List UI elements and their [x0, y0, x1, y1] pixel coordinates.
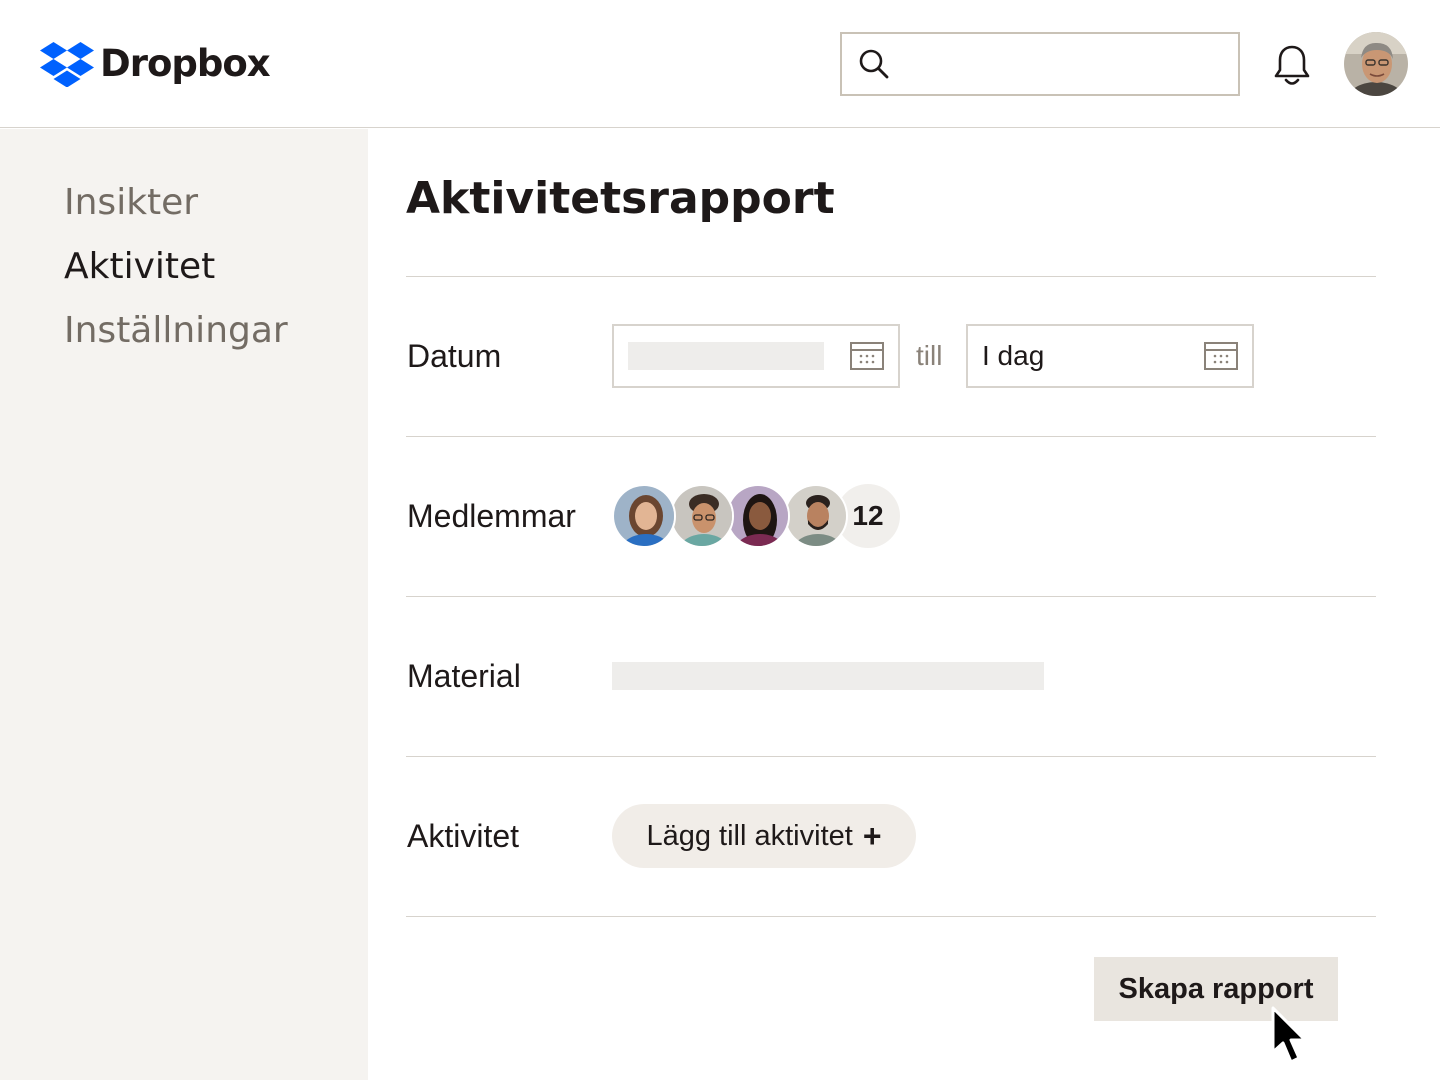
material-field[interactable]	[612, 662, 1044, 690]
member-avatar[interactable]	[612, 484, 676, 548]
user-avatar[interactable]	[1344, 32, 1408, 96]
divider	[406, 916, 1376, 917]
search-input[interactable]	[902, 44, 1222, 84]
end-date-value: I dag	[982, 340, 1045, 371]
divider	[406, 276, 1376, 277]
member-avatar[interactable]	[784, 484, 848, 548]
start-date-placeholder	[628, 342, 824, 370]
plus-icon: +	[862, 818, 882, 854]
member-avatar[interactable]	[670, 484, 734, 548]
sidebar-item-installningar[interactable]: Inställningar	[64, 309, 288, 353]
dropbox-logo[interactable]: Dropbox	[40, 40, 271, 88]
start-date-field[interactable]	[612, 324, 900, 388]
page-title: Aktivitetsrapport	[406, 173, 835, 224]
sidebar: Insikter Aktivitet Inställningar	[0, 129, 368, 1080]
divider	[406, 596, 1376, 597]
calendar-icon[interactable]	[1204, 342, 1238, 370]
brand-name: Dropbox	[100, 42, 271, 85]
calendar-icon[interactable]	[850, 342, 884, 370]
date-range-separator: till	[916, 340, 943, 371]
user-avatar-image	[1344, 32, 1408, 96]
member-avatar[interactable]	[726, 484, 790, 548]
sidebar-item-aktivitet[interactable]: Aktivitet	[64, 245, 215, 289]
material-label: Material	[407, 658, 521, 694]
divider	[406, 436, 1376, 437]
date-label: Datum	[407, 338, 502, 374]
mouse-cursor-icon	[1271, 1006, 1307, 1064]
notification-bell-icon[interactable]	[1270, 42, 1314, 88]
add-activity-button[interactable]: Lägg till aktivitet +	[612, 804, 916, 868]
dropbox-box-icon	[40, 42, 94, 87]
activity-label: Aktivitet	[407, 818, 520, 854]
divider	[406, 756, 1376, 757]
end-date-field[interactable]: I dag	[966, 324, 1254, 388]
sidebar-item-insikter[interactable]: Insikter	[64, 181, 198, 225]
top-bar: Dropbox	[0, 0, 1440, 128]
search-icon	[859, 49, 889, 79]
members-label: Medlemmar	[407, 498, 576, 534]
search-box[interactable]	[840, 32, 1240, 96]
add-activity-label: Lägg till aktivitet	[646, 819, 853, 852]
